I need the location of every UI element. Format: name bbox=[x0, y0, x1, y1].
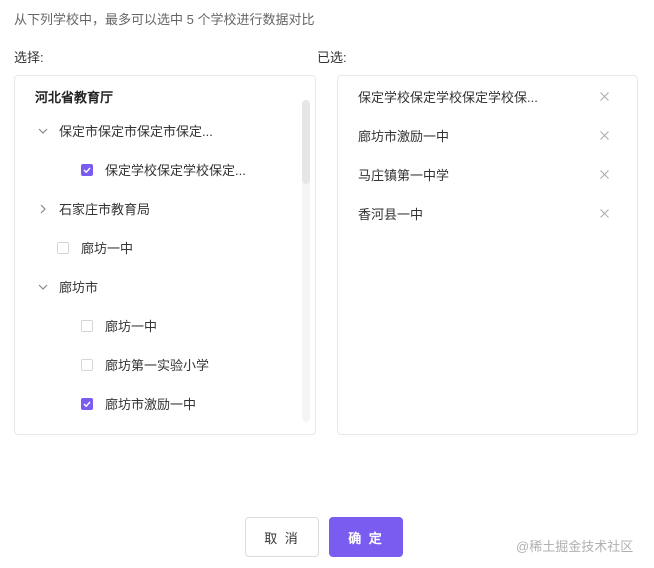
tree-item-label: 廊坊一中 bbox=[81, 241, 134, 256]
instruction-text: 从下列学校中，最多可以选中 5 个学校进行数据对比 bbox=[14, 12, 315, 27]
remove-icon[interactable] bbox=[599, 91, 610, 102]
tree-scrollbar-thumb[interactable] bbox=[302, 100, 310, 184]
selected-item-label: 马庄镇第一中学 bbox=[358, 168, 450, 183]
watermark: @稀土掘金技术社区 bbox=[516, 539, 634, 554]
tree-item[interactable]: 廊坊市 bbox=[15, 267, 300, 306]
chevron-down-icon[interactable] bbox=[37, 125, 49, 137]
selected-item-label: 保定学校保定学校保定学校保... bbox=[358, 90, 538, 105]
tree-item[interactable]: 廊坊第一实验小学 bbox=[15, 345, 300, 384]
tree-item-label: 廊坊市 bbox=[59, 280, 99, 295]
checkbox-unchecked[interactable] bbox=[57, 241, 69, 254]
tree-scrollbar[interactable] bbox=[302, 100, 310, 422]
remove-icon[interactable] bbox=[599, 169, 610, 180]
checkbox-checked[interactable] bbox=[81, 397, 93, 410]
cancel-button[interactable]: 取 消 bbox=[245, 517, 319, 557]
remove-icon[interactable] bbox=[599, 130, 610, 141]
tree-item-label: 保定市保定市保定市保定... bbox=[59, 124, 213, 139]
selected-item: 廊坊市激励一中 bbox=[338, 116, 637, 155]
school-tree-panel: 河北省教育厅 保定市保定市保定市保定... 保定学校保定学校保定... 石家庄市教育… bbox=[14, 75, 316, 435]
tree-item-label: 廊坊市激励一中 bbox=[105, 397, 197, 412]
chevron-right-icon[interactable] bbox=[37, 203, 49, 215]
selected-item: 马庄镇第一中学 bbox=[338, 155, 637, 194]
tree-item[interactable]: 廊坊市激励一中 bbox=[15, 384, 300, 423]
selected-list-panel: 保定学校保定学校保定学校保... 廊坊市激励一中 马庄镇第一中学 香河县一中 bbox=[337, 75, 638, 435]
tree-item-label: 保定学校保定学校保定... bbox=[105, 163, 246, 178]
checkbox-checked[interactable] bbox=[81, 163, 93, 176]
remove-icon[interactable] bbox=[599, 208, 610, 219]
tree-item-label: 廊坊第一实验小学 bbox=[105, 358, 210, 373]
select-section-label: 选择: bbox=[14, 50, 44, 65]
selected-section-label: 已选: bbox=[317, 50, 347, 65]
selected-item: 香河县一中 bbox=[338, 194, 637, 233]
tree-item[interactable]: 廊坊一中 bbox=[15, 306, 300, 345]
checkbox-unchecked[interactable] bbox=[81, 358, 93, 371]
tree-item-label: 石家庄市教育局 bbox=[59, 202, 151, 217]
tree-item[interactable]: 石家庄市教育局 bbox=[15, 189, 300, 228]
selected-item-label: 香河县一中 bbox=[358, 207, 424, 222]
chevron-down-icon[interactable] bbox=[37, 281, 49, 293]
tree-root-label: 河北省教育厅 bbox=[35, 90, 114, 105]
confirm-button[interactable]: 确 定 bbox=[329, 517, 403, 557]
tree-item[interactable]: 保定学校保定学校保定... bbox=[15, 150, 300, 189]
checkbox-unchecked[interactable] bbox=[81, 319, 93, 332]
tree-item[interactable]: 保定市保定市保定市保定... bbox=[15, 111, 300, 150]
selected-item: 保定学校保定学校保定学校保... bbox=[338, 77, 637, 116]
selected-item-label: 廊坊市激励一中 bbox=[358, 129, 450, 144]
tree-item-label: 廊坊一中 bbox=[105, 319, 158, 334]
tree-item[interactable]: 廊坊一中 bbox=[15, 228, 300, 267]
